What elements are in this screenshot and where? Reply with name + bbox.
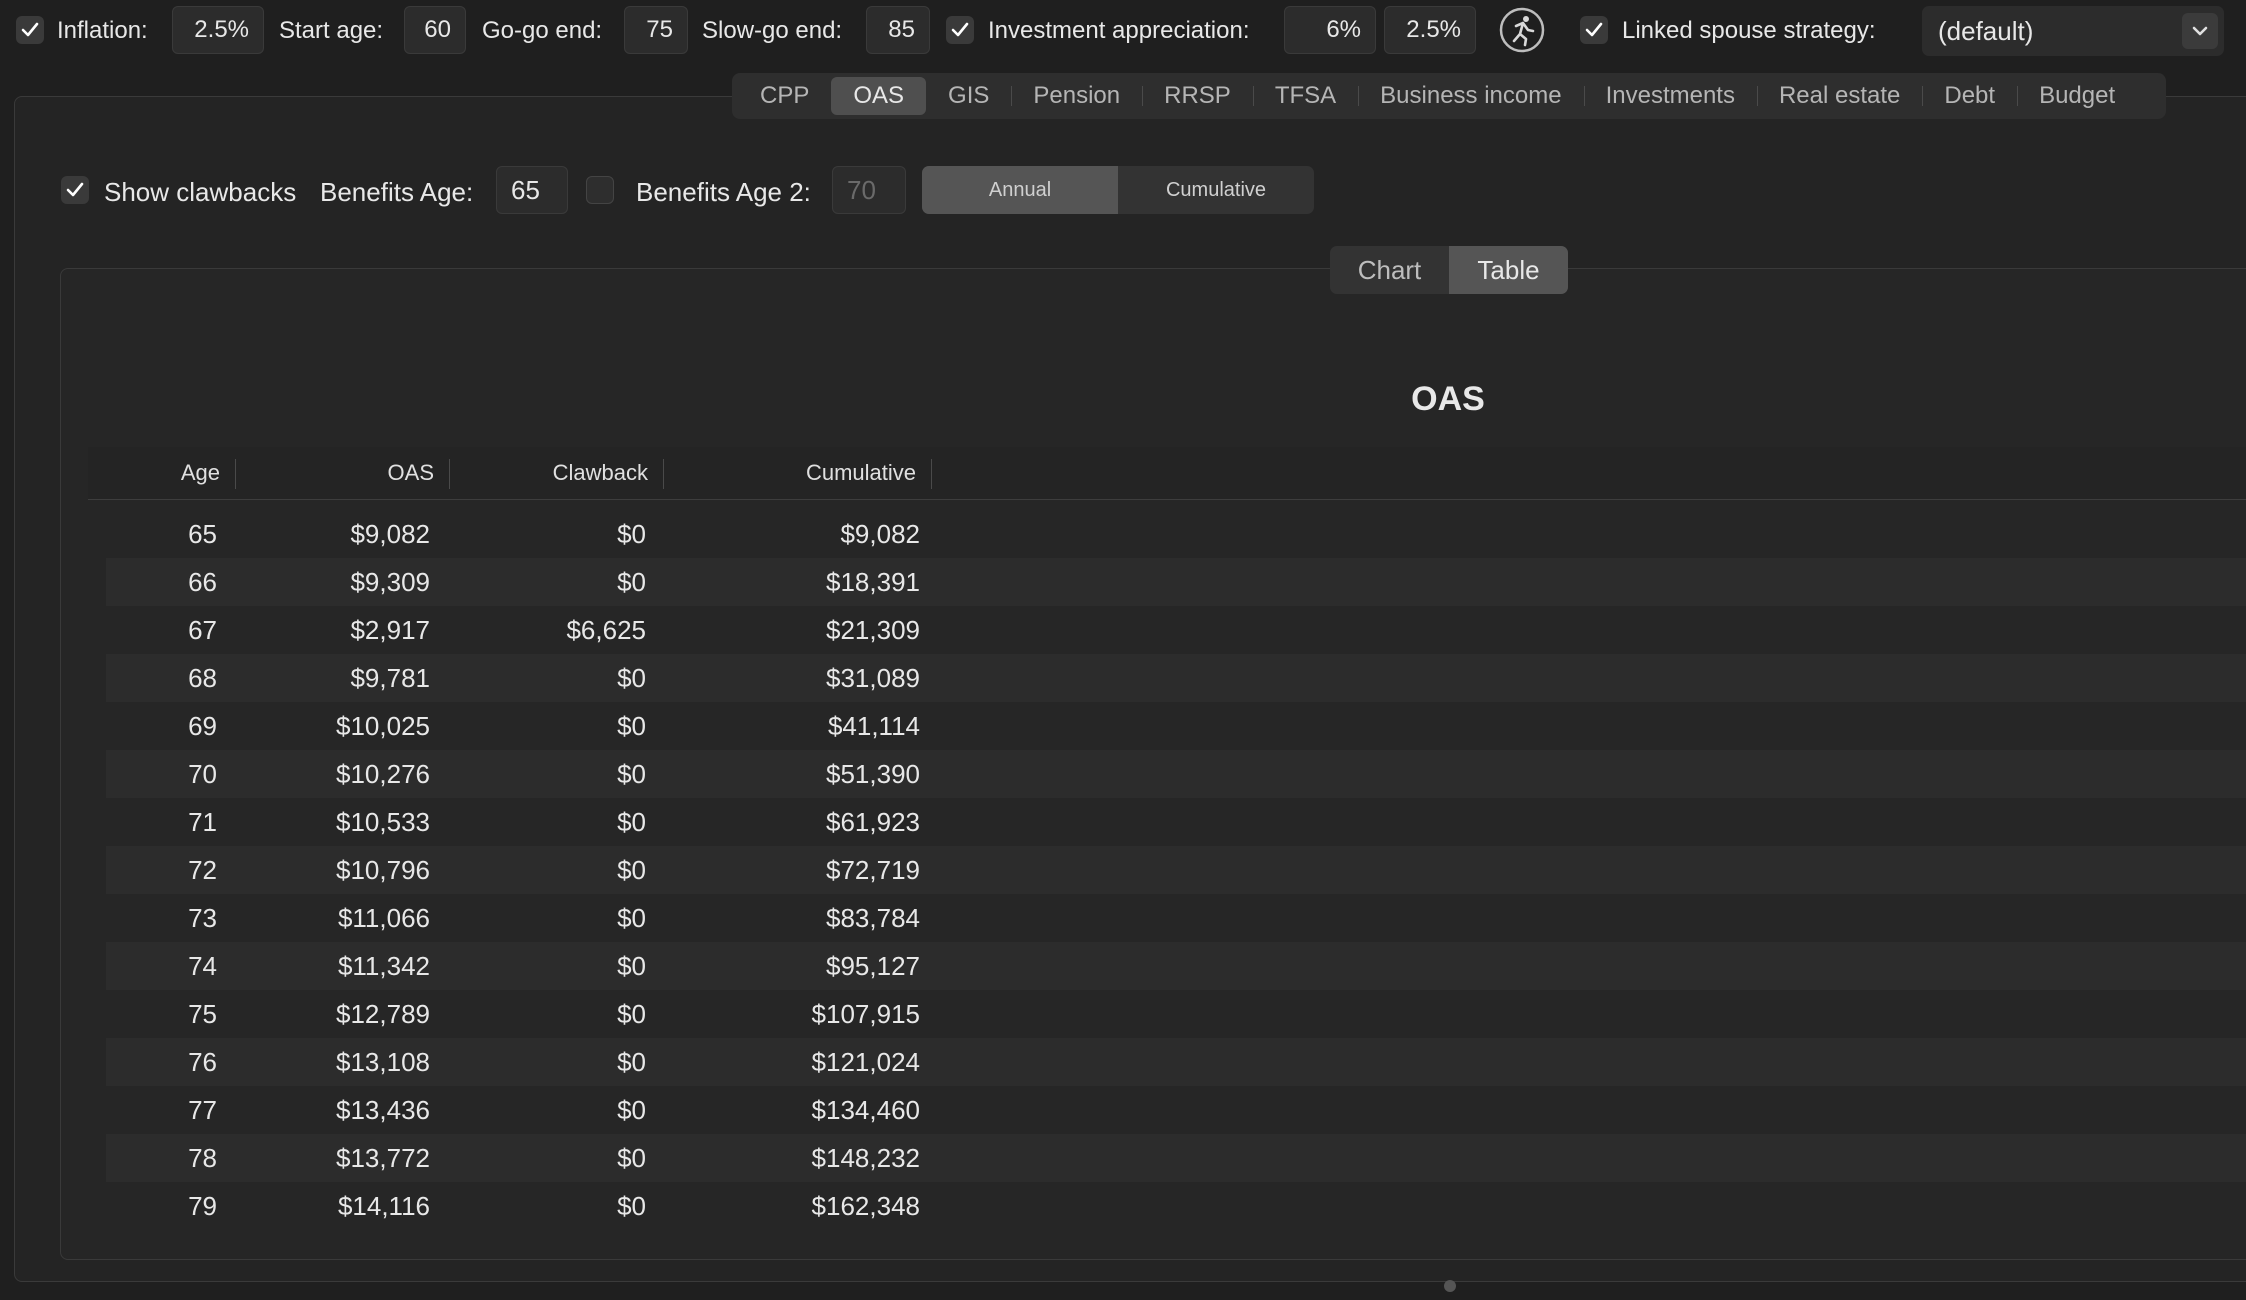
benefits-age-label: Benefits Age:	[320, 177, 474, 207]
view-table-button[interactable]: Table	[1449, 246, 1568, 294]
cell-cumulative: $41,114	[827, 711, 920, 741]
table-row[interactable]: 78 $13,772 $0 $148,232	[106, 1134, 2246, 1182]
linked-spouse-value: (default)	[1938, 16, 2034, 46]
cell-cumulative: $31,089	[826, 663, 920, 693]
tab-business-income[interactable]: Business income	[1358, 77, 1583, 115]
tab-oas[interactable]: OAS	[831, 77, 927, 115]
checkmark-icon	[66, 182, 84, 197]
tab-real-estate[interactable]: Real estate	[1756, 77, 1922, 115]
table-row[interactable]: 69 $10,025 $0 $41,114	[106, 702, 2246, 750]
table-row[interactable]: 68 $9,781 $0 $31,089	[106, 654, 2246, 702]
table-row[interactable]: 77 $13,436 $0 $134,460	[106, 1086, 2246, 1134]
tab-gis[interactable]: GIS	[926, 77, 1011, 115]
show-clawbacks-checkbox[interactable]	[61, 176, 89, 204]
tab-debt[interactable]: Debt	[1922, 77, 2017, 115]
column-header-cumulative-label: Cumulative	[805, 460, 916, 485]
cell-cumulative: $121,024	[811, 1047, 920, 1077]
investment-label: Investment appreciation:	[988, 17, 1250, 44]
table-row[interactable]: 72 $10,796 $0 $72,719	[106, 846, 2246, 894]
cell-cumulative: $61,923	[826, 807, 920, 837]
resize-handle[interactable]	[1444, 1280, 1456, 1292]
slowgo-end-input[interactable]: 85	[866, 6, 930, 54]
table-row[interactable]: 75 $12,789 $0 $107,915	[106, 990, 2246, 1038]
investment-input-1[interactable]: 6%	[1284, 6, 1376, 54]
mode-annual-button[interactable]: Annual	[922, 166, 1118, 214]
view-toggle: Chart Table	[1330, 246, 1568, 294]
chevron-down-icon	[2192, 26, 2208, 36]
tab-rrsp[interactable]: RRSP	[1142, 77, 1253, 115]
annual-cumulative-toggle: Annual Cumulative	[922, 166, 1314, 214]
table-row[interactable]: 67 $2,917 $6,625 $21,309	[106, 606, 2246, 654]
gogo-end-input[interactable]: 75	[624, 6, 688, 54]
column-header-age-label: Age	[180, 460, 220, 485]
category-tabs: CPP OAS GIS Pension RRSP TFSA Business i…	[732, 73, 2166, 119]
start-age-label: Start age:	[279, 17, 384, 44]
tab-budget[interactable]: Budget	[2017, 77, 2137, 115]
table-row[interactable]: 76 $13,108 $0 $121,024	[106, 1038, 2246, 1086]
dropdown-button[interactable]	[2182, 13, 2218, 49]
cell-cumulative: $107,915	[811, 999, 920, 1029]
column-header-oas-label: OAS	[387, 460, 434, 485]
column-header-oas[interactable]: OAS	[236, 447, 450, 499]
inflation-input[interactable]: 2.5%	[172, 6, 264, 54]
cell-cumulative: $51,390	[826, 759, 920, 789]
table-row[interactable]: 74 $11,342 $0 $95,127	[106, 942, 2246, 990]
investment-checkbox[interactable]	[946, 16, 974, 44]
table-title: OAS	[1411, 380, 1485, 418]
gogo-end-label: Go-go end:	[482, 17, 603, 44]
table-header: Age OAS Clawback Cumulative	[88, 447, 2246, 500]
tab-investments[interactable]: Investments	[1583, 77, 1757, 115]
tab-pension[interactable]: Pension	[1011, 77, 1142, 115]
column-header-cumulative[interactable]: Cumulative	[664, 447, 932, 499]
benefits-age2-input[interactable]: 70	[832, 166, 906, 214]
benefits-age2-label: Benefits Age 2:	[636, 177, 811, 207]
linked-spouse-dropdown[interactable]: (default)	[1922, 6, 2224, 56]
checkmark-icon	[21, 22, 39, 37]
show-clawbacks-label: Show clawbacks	[104, 177, 297, 207]
linked-spouse-checkbox[interactable]	[1580, 16, 1608, 44]
slowgo-end-label: Slow-go end:	[702, 17, 843, 44]
checkmark-icon	[1585, 22, 1603, 37]
cell-cumulative: $21,309	[826, 615, 920, 645]
column-header-age[interactable]: Age	[88, 447, 236, 499]
inflation-label: Inflation:	[57, 17, 148, 44]
cell-cumulative: $18,391	[826, 567, 920, 597]
start-age-input[interactable]: 60	[404, 6, 466, 54]
cell-cumulative: $162,348	[811, 1191, 920, 1221]
cell-cumulative: $148,232	[811, 1143, 920, 1173]
cell-cumulative: $134,460	[811, 1095, 920, 1125]
inflation-checkbox[interactable]	[16, 16, 44, 44]
table-row[interactable]: 73 $11,066 $0 $83,784	[106, 894, 2246, 942]
tab-tfsa[interactable]: TFSA	[1252, 77, 1358, 115]
investment-input-2[interactable]: 2.5%	[1384, 6, 1476, 54]
cell-cumulative: $72,719	[826, 855, 920, 885]
cell-cumulative: $9,082	[840, 519, 920, 549]
linked-spouse-label: Linked spouse strategy:	[1622, 17, 1876, 44]
table-row[interactable]: 70 $10,276 $0 $51,390	[106, 750, 2246, 798]
tab-cpp[interactable]: CPP	[738, 77, 831, 115]
running-person-icon[interactable]	[1498, 6, 1546, 54]
table-row[interactable]: 66 $9,309 $0 $18,391	[106, 558, 2246, 606]
column-header-clawback-label: Clawback	[552, 460, 648, 485]
table-row[interactable]: 71 $10,533 $0 $61,923	[106, 798, 2246, 846]
checkmark-icon	[951, 22, 969, 37]
view-chart-button[interactable]: Chart	[1330, 246, 1449, 294]
table-row[interactable]: 65 $9,082 $0 $9,082	[106, 510, 2246, 558]
table-row[interactable]: 79 $14,116 $0 $162,348	[106, 1182, 2246, 1230]
column-header-clawback[interactable]: Clawback	[450, 447, 664, 499]
benefits-age2-checkbox[interactable]	[586, 176, 614, 204]
cell-cumulative: $95,127	[826, 951, 920, 981]
benefits-age-input[interactable]: 65	[496, 166, 568, 214]
mode-cumulative-button[interactable]: Cumulative	[1118, 166, 1314, 214]
cell-cumulative: $83,784	[826, 903, 920, 933]
